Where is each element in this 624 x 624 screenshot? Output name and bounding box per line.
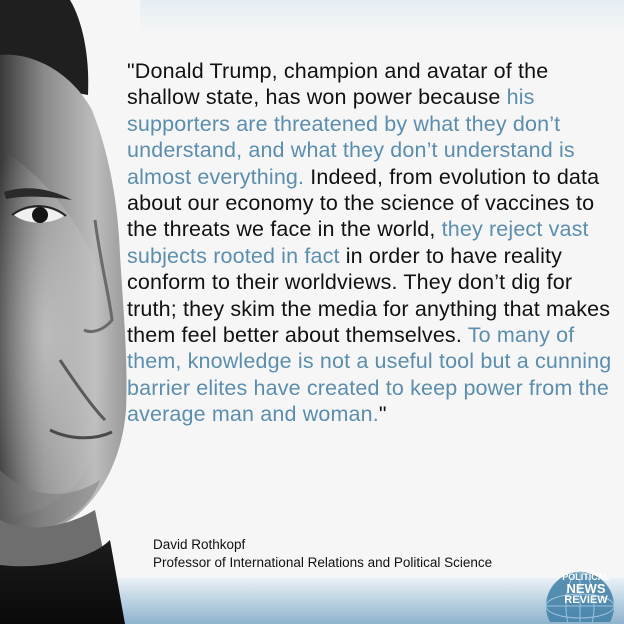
quote-text: "Donald Trump, champion and avatar of th… (127, 58, 615, 428)
quote-segment: " (378, 402, 387, 427)
top-gradient-band (140, 0, 624, 38)
logo-line-review: REVIEW (564, 594, 608, 606)
author-name: David Rothkopf (153, 537, 246, 552)
logo-wordmark: POLITICAL NEWS REVIEW (558, 572, 614, 606)
quote-segment: "Donald Trump, champion and avatar of th… (127, 59, 549, 110)
quote-card: "Donald Trump, champion and avatar of th… (0, 0, 624, 624)
portrait-photo (0, 0, 127, 624)
political-news-review-logo: POLITICAL NEWS REVIEW (528, 566, 620, 622)
